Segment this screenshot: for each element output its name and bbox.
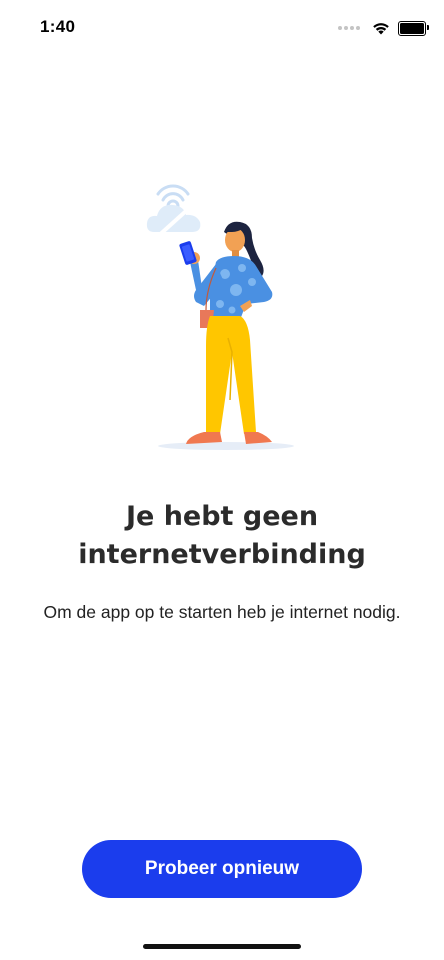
wifi-icon	[373, 22, 389, 34]
status-icons	[338, 18, 429, 38]
battery-icon	[398, 20, 429, 36]
no-internet-illustration	[146, 184, 294, 450]
page-subtitle: Om de app op te starten heb je internet …	[43, 602, 401, 622]
retry-button[interactable]: Probeer opnieuw	[82, 840, 362, 898]
cellular-signal-icon	[338, 26, 360, 30]
home-indicator[interactable]	[143, 944, 301, 949]
battery-fill	[400, 22, 424, 34]
status-bar: 1:40	[0, 0, 444, 56]
ground-shadow	[158, 442, 294, 450]
page-title: Je hebt geen internetverbinding	[78, 501, 366, 570]
status-time: 1:40	[40, 17, 76, 36]
no-wifi-cloud-icon	[146, 184, 201, 240]
